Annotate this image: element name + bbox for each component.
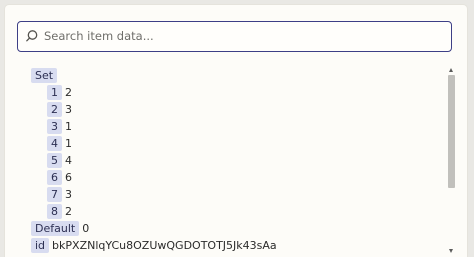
tree-row[interactable]: 54 — [31, 153, 441, 170]
tree-row[interactable]: 82 — [31, 204, 441, 221]
item-data-tree: Set 12 23 31 41 54 66 73 82 Default 0 id… — [31, 68, 441, 255]
tree-key: 2 — [47, 102, 62, 117]
tree-value: 2 — [65, 205, 72, 218]
tree-row[interactable]: 41 — [31, 136, 441, 153]
tree-row-default[interactable]: Default 0 — [31, 221, 441, 238]
tree-value: 3 — [65, 103, 72, 116]
tree-value: 3 — [65, 188, 72, 201]
tree-value: 1 — [65, 137, 72, 150]
search-input[interactable] — [44, 22, 444, 50]
tree-row[interactable]: 31 — [31, 119, 441, 136]
tree-value: 0 — [82, 222, 90, 235]
tree-key: Default — [31, 221, 80, 236]
search-icon — [26, 30, 38, 42]
tree-key: Set — [31, 68, 58, 83]
vertical-scrollbar[interactable] — [447, 66, 456, 257]
tree-row[interactable]: 73 — [31, 187, 441, 204]
tree-key: id — [31, 238, 50, 253]
tree-row[interactable]: 66 — [31, 170, 441, 187]
tree-row[interactable]: 23 — [31, 102, 441, 119]
tree-key: 7 — [47, 187, 62, 202]
tree-key: 4 — [47, 136, 62, 151]
tree-row[interactable]: 12 — [31, 85, 441, 102]
tree-value: 1 — [65, 120, 72, 133]
tree-value: 6 — [65, 171, 72, 184]
tree-key: 6 — [47, 170, 62, 185]
tree-value: bkPXZNlqYCu8OZUwQGDOTOTJ5Jk43sAa — [52, 239, 277, 252]
tree-key: 8 — [47, 204, 62, 219]
tree-row-set[interactable]: Set — [31, 68, 441, 85]
scroll-down-arrow-icon[interactable] — [449, 249, 453, 253]
tree-value: 2 — [65, 86, 72, 99]
search-box[interactable] — [17, 21, 452, 52]
tree-row-id[interactable]: id bkPXZNlqYCu8OZUwQGDOTOTJ5Jk43sAa — [31, 238, 441, 255]
item-data-panel: Set 12 23 31 41 54 66 73 82 Default0 i — [4, 4, 468, 257]
scrollbar-thumb[interactable] — [448, 75, 455, 188]
tree-key: 3 — [47, 119, 62, 134]
scroll-up-arrow-icon[interactable] — [449, 68, 453, 72]
tree-key: 1 — [47, 85, 62, 100]
tree-key: 5 — [47, 153, 62, 168]
tree-value: 4 — [65, 154, 72, 167]
